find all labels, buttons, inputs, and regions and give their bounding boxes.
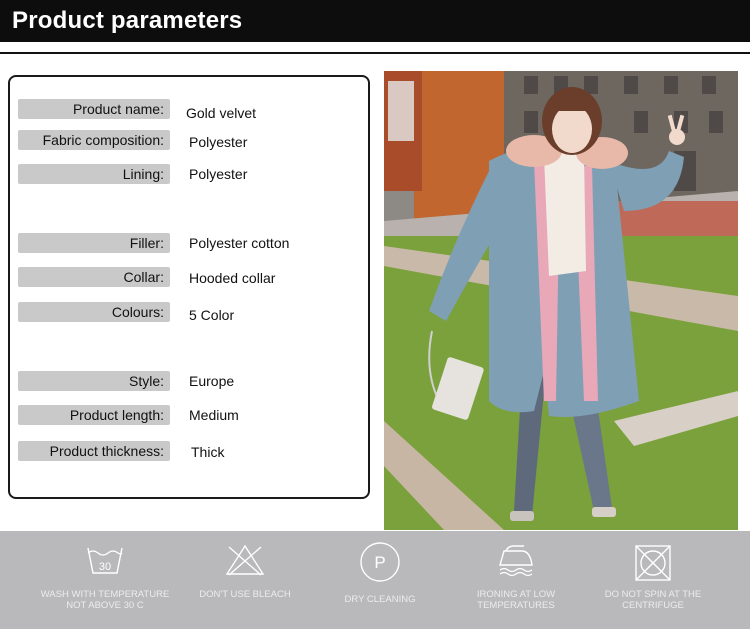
param-value: Thick	[191, 444, 225, 460]
param-label-box: Product thickness:	[18, 441, 170, 461]
care-label: DRY CLEANING	[344, 594, 416, 605]
no-spin-icon	[635, 545, 671, 581]
care-label: DO NOT SPIN AT THE CENTRIFUGE	[604, 589, 702, 611]
param-label-box: Filler:	[18, 233, 170, 253]
dry-cleaning-icon: P	[360, 542, 400, 582]
no-bleach-icon	[225, 544, 265, 576]
param-label-box: Colours:	[18, 302, 170, 322]
param-value: Europe	[189, 373, 235, 389]
care-label: WASH WITH TEMPERATURE NOT ABOVE 30 C	[40, 589, 170, 611]
param-value: Gold velvet	[186, 105, 257, 121]
care-label: DON'T USE BLEACH	[199, 589, 291, 600]
param-label: Product name:	[72, 101, 164, 117]
care-instructions-strip: 30 WASH WITH TEMPERATURE NOT ABOVE 30 C …	[0, 531, 750, 629]
param-label: Fabric composition:	[42, 132, 164, 148]
param-value: Medium	[189, 407, 239, 423]
product-photo	[384, 71, 738, 530]
param-label: Lining:	[122, 166, 164, 182]
param-label-box: Lining:	[18, 164, 170, 184]
header-bar: Product parameters	[0, 0, 750, 42]
param-label-box: Collar:	[18, 267, 170, 287]
wash-temp-label: 30	[99, 561, 111, 573]
param-label-box: Product name:	[18, 99, 170, 119]
param-label: Product thickness:	[49, 443, 164, 459]
wash-30-icon: 30	[87, 547, 123, 574]
care-item-dry-cleaning: P DRY CLEANING	[305, 531, 455, 629]
care-item-bleach: DON'T USE BLEACH	[170, 531, 320, 629]
param-label-box: Fabric composition:	[18, 130, 170, 150]
param-label: Colours:	[111, 304, 164, 320]
dry-cleaning-letter: P	[374, 553, 385, 572]
care-item-ironing: IRONING AT LOW TEMPERATURES	[441, 531, 591, 629]
page-title: Product parameters	[12, 7, 243, 34]
care-item-wash: 30 WASH WITH TEMPERATURE NOT ABOVE 30 C	[30, 531, 180, 629]
param-value: Hooded collar	[189, 270, 276, 286]
param-value: 5 Color	[189, 307, 235, 323]
param-label: Collar:	[123, 269, 164, 285]
param-label-box: Style:	[18, 371, 170, 391]
param-label-box: Product length:	[18, 405, 170, 425]
care-label: IRONING AT LOW TEMPERATURES	[476, 589, 556, 611]
param-value: Polyester	[189, 134, 248, 150]
product-parameters-panel: Product name: Gold velvet Fabric composi…	[8, 75, 370, 499]
param-label: Filler:	[129, 235, 164, 251]
header-divider	[0, 52, 750, 54]
param-label: Product length:	[69, 407, 164, 423]
param-label: Style:	[128, 373, 164, 389]
param-value: Polyester cotton	[189, 235, 290, 251]
iron-low-icon	[499, 545, 533, 577]
care-item-spin: DO NOT SPIN AT THE CENTRIFUGE	[578, 531, 728, 629]
param-value: Polyester	[189, 166, 248, 182]
